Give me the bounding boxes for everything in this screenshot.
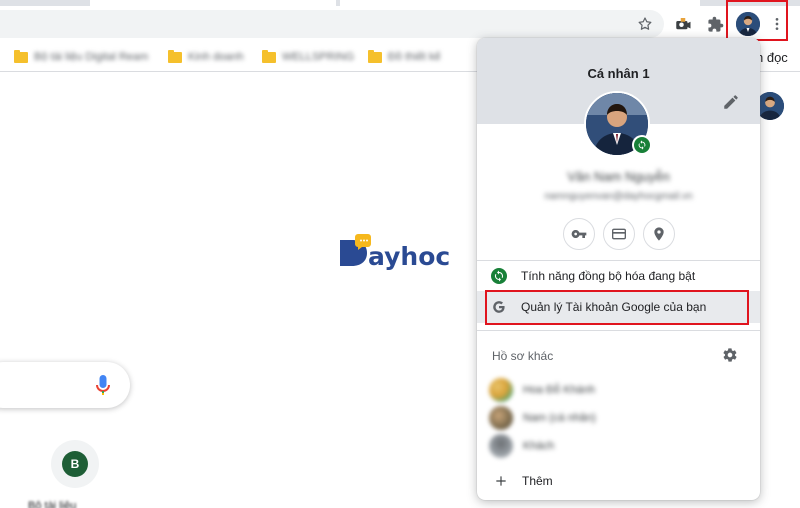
bookmark-star-icon[interactable]	[632, 11, 658, 37]
puzzle-icon[interactable]	[702, 11, 728, 37]
pencil-icon[interactable]	[722, 93, 740, 111]
sync-status-row[interactable]: Tính năng đồng bộ hóa đang bật	[477, 260, 760, 292]
profile-menu: Cá nhân 1 Văn Nam Nguyễn namnguyenvan@da…	[477, 38, 760, 500]
bookmark-folder[interactable]: Kinh doanh	[168, 48, 244, 66]
bookmark-label: WELLSPRING	[282, 51, 355, 63]
avatar	[489, 406, 513, 430]
sync-status-badge	[632, 135, 652, 155]
payment-methods-button[interactable]	[603, 218, 635, 250]
reading-list-button[interactable]: h đọc	[756, 50, 788, 65]
add-profile-label: Thêm	[522, 474, 553, 488]
divider	[477, 330, 760, 331]
page-avatar[interactable]	[756, 92, 784, 120]
folder-icon	[14, 49, 28, 63]
shortcut-icon: B	[62, 451, 88, 477]
bookmark-label: Đồ thiết kế	[388, 51, 441, 63]
user-name: Văn Nam Nguyễn	[567, 169, 670, 184]
folder-icon	[262, 49, 276, 63]
other-profile-item[interactable]: Nam (cá nhân)	[489, 405, 749, 431]
gear-icon[interactable]	[722, 347, 738, 363]
other-profile-name: Hoa Đỗ Khánh	[523, 384, 596, 396]
browser-toolbar	[0, 6, 800, 42]
sync-status-label: Tính năng đồng bộ hóa đang bật	[521, 269, 696, 283]
key-icon	[571, 230, 587, 238]
avatar	[489, 378, 513, 402]
google-account-highlight-box	[485, 290, 749, 325]
other-profile-name: Nam (cá nhân)	[523, 412, 596, 424]
profile-highlight-box	[726, 0, 788, 41]
passwords-button[interactable]	[563, 218, 595, 250]
other-profiles-title: Hồ sơ khác	[492, 349, 554, 363]
bookmark-folder[interactable]: WELLSPRING	[262, 48, 354, 66]
address-bar[interactable]	[0, 10, 664, 38]
other-profile-name: Khách	[523, 440, 555, 452]
bookmark-folder[interactable]: Đồ thiết kế	[368, 48, 441, 66]
dayhoc-logo: ayhoc	[338, 232, 464, 272]
credit-card-icon	[612, 228, 626, 240]
other-profile-item[interactable]: Khách	[489, 433, 749, 459]
shortcut-label: Bộ tài liệu	[28, 500, 77, 508]
bookmark-label: Bộ tài liệu Digital Ream	[34, 51, 149, 63]
folder-icon	[368, 49, 382, 63]
bookmark-folder[interactable]: Bộ tài liệu Digital Ream	[14, 48, 148, 66]
extension-camera-icon[interactable]	[670, 11, 696, 37]
search-box[interactable]	[0, 362, 130, 408]
addresses-button[interactable]	[643, 218, 675, 250]
sync-icon	[491, 268, 507, 284]
bookmark-label: Kinh doanh	[188, 51, 244, 63]
microphone-icon[interactable]	[96, 375, 110, 397]
location-pin-icon	[654, 227, 664, 241]
shortcut-tile[interactable]: B	[51, 440, 99, 488]
user-email: namnguyenvan@dayhocgmail.vn	[544, 191, 693, 202]
quick-actions	[563, 218, 675, 250]
folder-icon	[168, 49, 182, 63]
profile-menu-title: Cá nhân 1	[587, 66, 650, 81]
svg-text:ayhoc: ayhoc	[368, 242, 450, 271]
add-profile-row[interactable]: Thêm	[494, 474, 553, 488]
guest-avatar	[489, 434, 513, 458]
other-profile-item[interactable]: Hoa Đỗ Khánh	[489, 377, 749, 403]
plus-icon	[496, 476, 506, 486]
